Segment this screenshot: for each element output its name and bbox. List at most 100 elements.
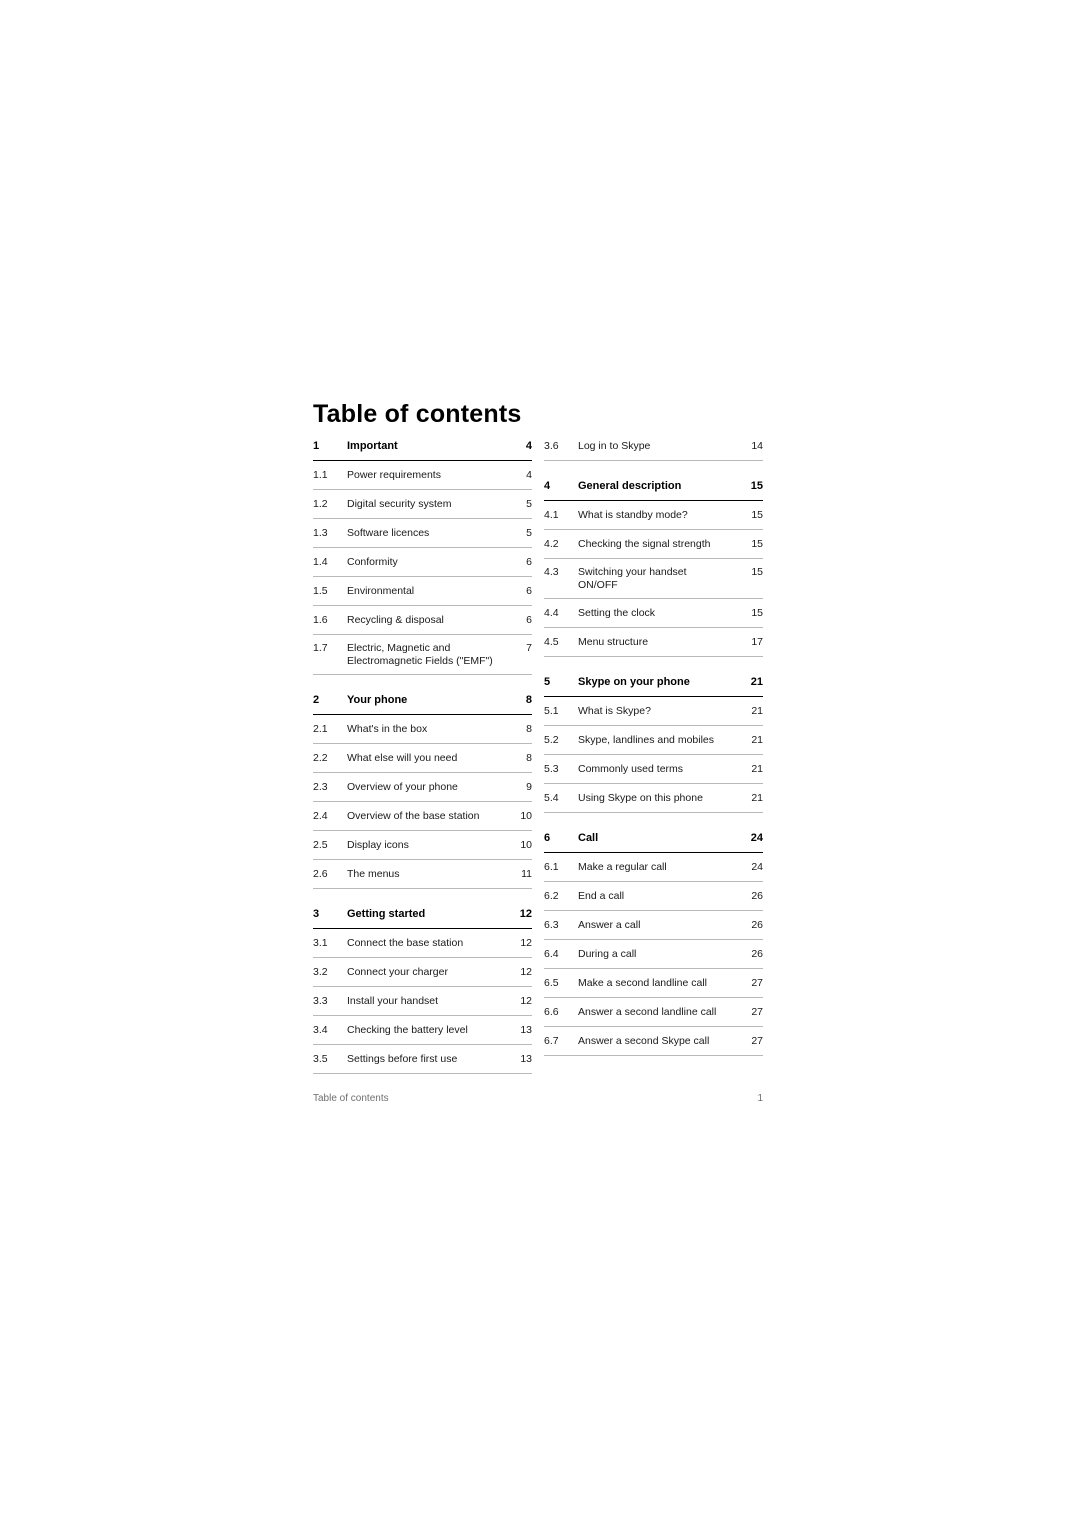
toc-entry-row[interactable]: 2.5 Display icons 10 [313,831,532,860]
toc-section-row[interactable]: 3 Getting started 12 [313,900,532,929]
toc-entry-row[interactable]: 2.2 What else will you need 8 [313,744,532,773]
page-footer: Table of contents 1 [313,1093,763,1104]
toc-section-row[interactable]: 6 Call 24 [544,824,763,853]
toc-entry-row[interactable]: 3.4 Checking the battery level 13 [313,1016,532,1045]
toc-entry-page: 10 [520,839,532,851]
toc-entry-page: 24 [750,832,763,844]
toc-entry-label: Overview of the base station [347,810,480,822]
toc-entry-number: 1.7 [313,642,328,654]
toc-entry-row[interactable]: 4.4 Setting the clock 15 [544,599,763,628]
toc-entry-page: 21 [750,676,763,688]
toc-entry-number: 4.4 [544,607,559,619]
toc-entry-label: Make a regular call [578,861,667,873]
toc-entry-row[interactable]: 1.6 Recycling & disposal 6 [313,606,532,635]
toc-entry-label: Connect your charger [347,966,448,978]
toc-entry-label: Commonly used terms [578,763,684,775]
toc-entry-label: Software licences [347,527,430,539]
toc-entry-label: Log in to Skype [578,440,651,452]
toc-entry-number: 3.1 [313,937,328,949]
toc-entry-row[interactable]: 5.2 Skype, landlines and mobiles 21 [544,726,763,755]
toc-entry-row[interactable]: 5.3 Commonly used terms 21 [544,755,763,784]
toc-entry-row[interactable]: 4.1 What is standby mode? 15 [544,501,763,530]
toc-entry-label: Answer a second Skype call [578,1035,710,1047]
toc-section-row[interactable]: 5 Skype on your phone 21 [544,668,763,697]
toc-entry-row[interactable]: 1.2 Digital security system 5 [313,490,532,519]
toc-entry-page: 5 [526,527,532,539]
toc-entry-page: 9 [526,781,532,793]
toc-entry-row[interactable]: 3.3 Install your handset 12 [313,987,532,1016]
toc-entry-page: 24 [751,861,763,873]
toc-entry-row[interactable]: 3.1 Connect the base station 12 [313,929,532,958]
toc-entry-page: 7 [526,642,532,654]
toc-entry-row[interactable]: 4.5 Menu structure 17 [544,628,763,657]
toc-entry-row[interactable]: 2.3 Overview of your phone 9 [313,773,532,802]
toc-entry-number: 6 [544,832,551,844]
toc-entry-row[interactable]: 5.4 Using Skype on this phone 21 [544,784,763,813]
toc-entry-page: 12 [520,995,532,1007]
toc-entry-number: 1.5 [313,585,328,597]
toc-entry-row[interactable]: 6.7 Answer a second Skype call 27 [544,1027,763,1056]
toc-entry-page: 11 [521,868,532,880]
toc-entry-number: 4.2 [544,538,559,550]
toc-entry-page: 21 [751,763,763,775]
toc-entry-row[interactable]: 2.6 The menus 11 [313,860,532,889]
toc-entry-label-line2: Electromagnetic Fields ("EMF") [347,655,493,667]
toc-section-row[interactable]: 4 General description 15 [544,472,763,501]
toc-entry-number: 5 [544,676,551,688]
toc-entry-number: 5.3 [544,763,559,775]
toc-entry-row[interactable]: 4.3 Switching your handset ON/OFF 15 [544,559,763,599]
toc-entry-number: 3.5 [313,1053,328,1065]
toc-entry-number: 1.2 [313,498,328,510]
toc-entry-row[interactable]: 6.6 Answer a second landline call 27 [544,998,763,1027]
toc-entry-label: Display icons [347,839,409,851]
toc-entry-label: Answer a second landline call [578,1006,717,1018]
toc-entry-row[interactable]: 6.4 During a call 26 [544,940,763,969]
toc-entry-label: Make a second landline call [578,977,707,989]
toc-entry-page: 6 [526,556,532,568]
toc-entry-label: During a call [578,948,637,960]
toc-entry-row[interactable]: 4.2 Checking the signal strength 15 [544,530,763,559]
toc-section-row[interactable]: 2 Your phone 8 [313,686,532,715]
toc-entry-label: Menu structure [578,636,649,648]
toc-entry-number: 3.4 [313,1024,328,1036]
toc-entry-label: Install your handset [347,995,439,1007]
toc-entry-number: 6.5 [544,977,559,989]
toc-entry-number: 2.2 [313,752,328,764]
toc-entry-number: 5.1 [544,705,559,717]
toc-entry-number: 3 [313,908,320,920]
toc-section-row[interactable]: 1 Important 4 [313,432,532,461]
toc-entry-page: 4 [526,469,532,481]
toc-entry-row[interactable]: 3.2 Connect your charger 12 [313,958,532,987]
toc-entry-number: 4.3 [544,566,559,578]
toc-entry-label: Power requirements [347,469,441,481]
toc-entry-row[interactable]: 1.3 Software licences 5 [313,519,532,548]
toc-entry-label: Important [347,440,398,452]
toc-entry-label: General description [578,480,682,492]
toc-entry-number: 3.3 [313,995,328,1007]
toc-entry-row[interactable]: 6.3 Answer a call 26 [544,911,763,940]
toc-entry-label: What is standby mode? [578,509,688,521]
toc-entry-label: Using Skype on this phone [578,792,703,804]
toc-entry-row[interactable]: 1.5 Environmental 6 [313,577,532,606]
toc-entry-label: Your phone [347,694,408,706]
toc-entry-row[interactable]: 6.2 End a call 26 [544,882,763,911]
toc-entry-number: 4.1 [544,509,559,521]
toc-entry-number: 3.2 [313,966,328,978]
toc-entry-row[interactable]: 1.7 Electric, Magnetic and Electromagnetic… [313,635,532,675]
toc-entry-row[interactable]: 6.1 Make a regular call 24 [544,853,763,882]
toc-entry-row[interactable]: 2.4 Overview of the base station 10 [313,802,532,831]
toc-entry-label: Call [578,832,599,844]
toc-entry-row[interactable]: 3.6 Log in to Skype 14 [544,432,763,461]
toc-entry-number: 2 [313,694,320,706]
toc-entry-label: What is Skype? [578,705,651,717]
toc-entry-page: 15 [751,566,763,578]
toc-entry-page: 15 [751,509,763,521]
toc-entry-row[interactable]: 3.5 Settings before first use 13 [313,1045,532,1074]
toc-entry-page: 14 [751,440,763,452]
toc-entry-row[interactable]: 1.1 Power requirements 4 [313,461,532,490]
toc-entry-row[interactable]: 6.5 Make a second landline call 27 [544,969,763,998]
toc-entry-row[interactable]: 5.1 What is Skype? 21 [544,697,763,726]
toc-entry-row[interactable]: 1.4 Conformity 6 [313,548,532,577]
toc-entry-number: 2.1 [313,723,328,735]
toc-entry-row[interactable]: 2.1 What's in the box 8 [313,715,532,744]
